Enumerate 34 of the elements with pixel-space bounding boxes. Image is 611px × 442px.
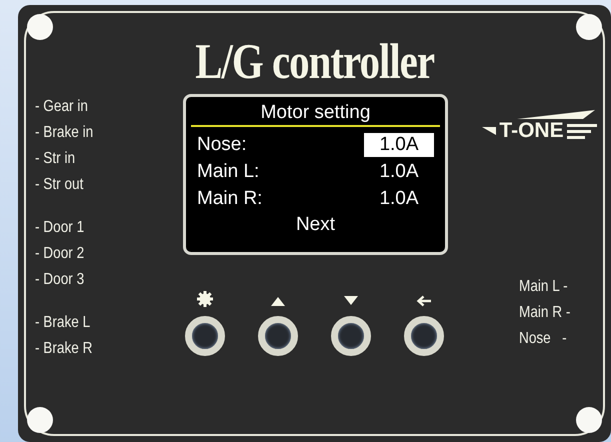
setting-value[interactable]: 1.0A bbox=[364, 160, 434, 184]
connector-label: - Str out bbox=[35, 175, 84, 195]
setting-label: Main L: bbox=[197, 160, 260, 184]
gear-icon bbox=[197, 291, 213, 307]
connector-label: - Brake R bbox=[35, 339, 94, 359]
push-button[interactable] bbox=[404, 316, 444, 356]
setting-value[interactable]: 1.0A bbox=[364, 132, 434, 156]
connector-label: - Door 1 bbox=[35, 218, 86, 238]
connector-label: - Str in bbox=[35, 149, 76, 169]
push-button[interactable] bbox=[331, 316, 371, 356]
down-arrow-icon bbox=[344, 296, 358, 305]
connector-label: - Door 3 bbox=[35, 270, 86, 290]
setting-value[interactable]: 1.0A bbox=[364, 186, 434, 210]
mounting-hole-icon bbox=[27, 407, 53, 433]
connector-label: Main R - bbox=[519, 303, 571, 323]
setting-label: Main R: bbox=[197, 186, 262, 210]
mounting-hole-icon bbox=[576, 407, 602, 433]
up-arrow-icon bbox=[271, 297, 285, 306]
push-button[interactable] bbox=[258, 316, 298, 356]
device-title: L/G controller bbox=[195, 33, 434, 91]
screen-title: Motor setting bbox=[260, 101, 372, 125]
push-button[interactable] bbox=[185, 316, 225, 356]
connector-label: - Brake L bbox=[35, 313, 92, 333]
brand-logo: T-ONE bbox=[482, 110, 597, 143]
connector-label: - Gear in bbox=[35, 97, 89, 117]
connector-label: - Brake in bbox=[35, 123, 94, 143]
connector-label: Main L - bbox=[519, 277, 569, 297]
left-arrow-icon bbox=[416, 296, 431, 306]
mounting-hole-icon bbox=[27, 14, 53, 40]
setting-label: Nose: bbox=[197, 132, 247, 156]
connector-label: Nose - bbox=[519, 329, 568, 349]
next-option[interactable]: Next bbox=[296, 212, 336, 238]
mounting-hole-icon bbox=[576, 14, 602, 40]
connector-label: - Door 2 bbox=[35, 244, 86, 264]
